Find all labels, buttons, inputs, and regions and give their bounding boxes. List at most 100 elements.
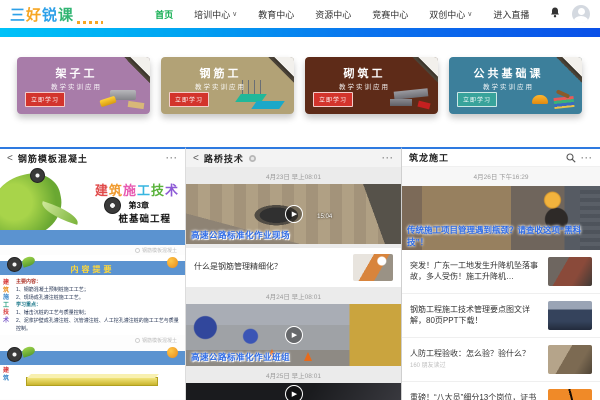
logo-char: 好 [26,4,42,25]
column-header: < 路桥技术 ··· [186,149,401,167]
label-char: 工 [3,303,9,311]
dandelion-illustration [30,168,45,183]
nav-label: 资源中心 [315,8,351,21]
label-char: 技 [3,310,9,318]
course-card-public-basics[interactable]: 公共基础课 教学实训应用 立即学习 [449,57,582,114]
title-char: 建 [95,183,109,198]
column-title: 路桥技术 [204,152,244,165]
logo-underline-decoration [77,21,103,24]
nav-item-competition-center[interactable]: 竞赛中心 [372,8,408,21]
learn-now-button[interactable]: 立即学习 [313,92,353,107]
date-divider: 4月23日 早上08:01 [186,167,401,184]
outline-line: 2、泥浆护壁成孔灌注桩、沉管灌注桩、人工挖孔灌注桩的施工工艺与质量控制。 [16,318,179,334]
play-icon[interactable]: ▶ [285,326,303,344]
nav-label: 培训中心 [194,8,230,21]
slide-title: 建筑施工技术 [95,180,179,199]
nav-label: 首页 [155,8,173,21]
article-card[interactable]: 人防工程验收：怎么验？验什么？ 160 朋友读过 [402,338,600,382]
article-title: 重磅！“八大员”细分13个岗位，证书全国联网、全国通用，浙… [410,393,540,400]
nav-item-enter-live[interactable]: 进入直播 [493,8,529,21]
nav-label: 进入直播 [493,8,529,21]
video-thumbnail[interactable]: ▶ 高速公路标准化作业班组 [186,304,401,366]
nav-item-home[interactable]: 首页 [155,8,173,21]
nav-menu: 首页 培训中心∨ 教育中心 资源中心 竞赛中心 双创中心∨ 进入直播 [155,8,529,21]
video-thumbnail[interactable]: ▶ 15:04 高速公路标准化作业现场 [186,184,401,244]
article-card[interactable]: 什么是钢筋管理精细化？ [186,248,401,287]
article-title-text: 人防工程验收：怎么验？验什么？ [410,349,530,358]
back-icon[interactable]: < [193,153,199,164]
notifications-bell-icon[interactable] [550,5,560,23]
course-card-rebar-worker[interactable]: 钢筋工 教学实训应用 立即学习 [161,57,294,114]
learn-now-button[interactable]: 立即学习 [169,92,209,107]
video-duration: 15:04 [317,214,332,220]
slide-outline[interactable]: 内容提要 建 筑 施 工 技 术 主要内容： 1、钢筋混凝土预制桩施工工艺； 2… [0,255,185,335]
nav-right-tools [550,5,590,23]
slide-section-title: 内容提要 [71,264,115,275]
logo-char: 锐 [42,4,58,25]
title-char: 工 [137,183,151,198]
learn-now-button[interactable]: 立即学习 [457,92,497,107]
article-card[interactable]: 突发！广东一工地发生升降机坠落事故，多人受伤！施工升降机… [402,250,600,294]
leaf-illustration [21,255,36,268]
label-char: 术 [3,318,9,326]
article-thumbnail [548,301,592,330]
featured-article-card[interactable]: 传统施工项目管理遇到瓶颈？请查收这项“黑科技”！ [402,186,600,250]
label-char: 筑 [3,376,9,384]
article-card[interactable]: 重磅！“八大员”细分13个岗位，证书全国联网、全国通用，浙… [402,382,600,400]
hero-banner-strip[interactable] [0,28,600,37]
article-thumbnail [353,254,393,281]
chevron-down-icon: ∨ [232,10,237,18]
more-menu-icon[interactable]: ··· [166,153,178,163]
site-logo[interactable]: 三 好 锐 课 [10,4,103,25]
article-card[interactable]: 钢筋工程施工技术管理要点图文详解，80页PPT下载！ [402,294,600,338]
label-char: 建 [3,280,9,288]
video-thumbnail[interactable]: ▶ [186,383,401,400]
chapter-title: 桩基础工程 [118,211,171,225]
article-title: 突发！广东一工地发生升降机坠落事故，多人受伤！施工升降机… [410,261,540,283]
play-icon[interactable]: ▶ [285,385,303,400]
title-char: 术 [165,183,179,198]
play-icon[interactable]: ▶ [285,205,303,223]
nav-item-resource-center[interactable]: 资源中心 [315,8,351,21]
column-title: 筑龙施工 [409,151,449,164]
outline-line: 1、锤击沉桩的工艺与质量控制； [16,310,179,318]
article-title: 人防工程验收：怎么验？验什么？ 160 朋友读过 [410,349,540,371]
course-card-scaffolder[interactable]: 架子工 教学实训应用 立即学习 [17,57,150,114]
video-caption: 高速公路标准化作业班组 [191,351,290,363]
logo-char: 三 [10,4,26,25]
nav-item-training-center[interactable]: 培训中心∨ [194,8,237,21]
watermark-text: 钢筋模板混凝土 [142,247,177,254]
dandelion-illustration [7,347,22,362]
slide-next[interactable]: 建 筑 [0,365,185,399]
column-header: < 钢筋模板混凝土 ··· [0,149,185,167]
nav-item-innovation-center[interactable]: 双创中心∨ [429,8,472,21]
leaf-illustration [21,345,36,358]
traffic-cone-illustration [304,352,312,361]
vertical-slide-label: 建 筑 施 工 技 术 [3,280,9,325]
watermark: 钢筋模板混凝土 [0,245,185,255]
fruit-illustration [167,257,178,268]
card-subtitle: 教学实训应用 [17,81,136,91]
label-char: 筑 [3,288,9,296]
feed: 4月26日 下午16:29 传统施工项目管理遇到瓶颈？请查收这项“黑科技”！ 突… [402,167,600,400]
column-zhulong-construction: 筑龙施工 ··· 4月26日 下午16:29 传统施工项目管理遇到瓶颈？请查收这… [402,147,600,400]
card-illustration [251,101,285,109]
verified-badge-icon [249,155,256,162]
nav-label: 双创中心 [429,8,465,21]
card-illustration [99,96,116,108]
nav-item-education-center[interactable]: 教育中心 [258,8,294,21]
course-card-mason[interactable]: 砌筑工 教学实训应用 立即学习 [305,57,438,114]
label-char: 建 [3,368,9,376]
slide-cover[interactable]: 建筑施工技术 第3章 桩基础工程 [0,167,185,245]
card-subtitle: 教学实训应用 [449,81,568,91]
slide-bottom-bar [0,230,185,245]
more-menu-icon[interactable]: ··· [382,153,394,163]
more-menu-icon[interactable]: ··· [581,153,593,163]
user-avatar[interactable] [572,5,590,23]
back-icon[interactable]: < [7,153,13,164]
learn-now-button[interactable]: 立即学习 [25,92,65,107]
card-illustration [532,95,548,104]
search-icon[interactable] [566,153,576,163]
slide-section-bar: 内容提要 [0,261,185,275]
watermark-icon [135,248,140,253]
